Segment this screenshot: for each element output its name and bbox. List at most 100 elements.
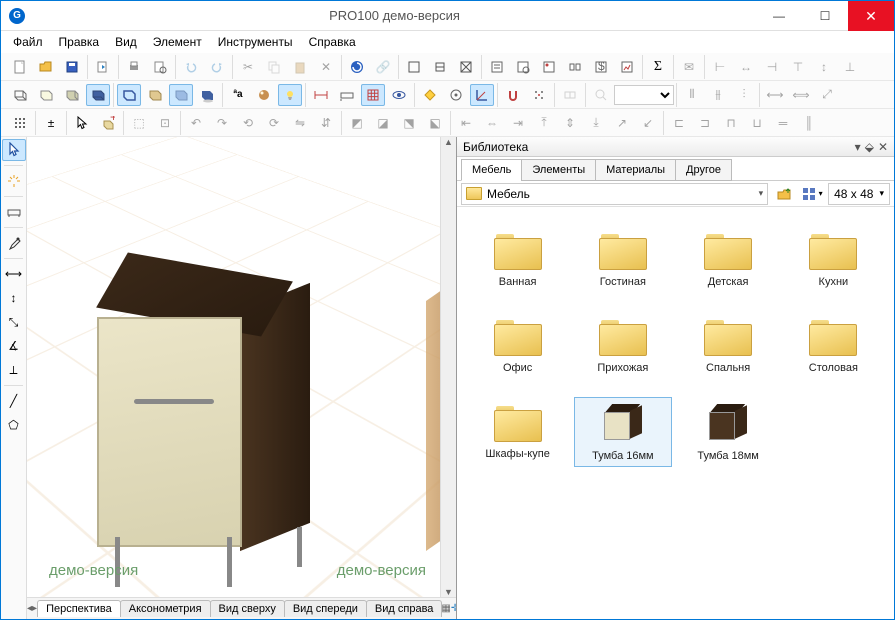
align-2-icon[interactable]: ↔ bbox=[734, 56, 758, 78]
light-icon[interactable] bbox=[278, 84, 302, 106]
minimize-button[interactable]: — bbox=[756, 1, 802, 31]
al-r-icon[interactable]: ⇥ bbox=[506, 112, 530, 134]
sigma-icon[interactable]: Σ bbox=[646, 56, 670, 78]
dim-tool-5-icon[interactable]: ⟂ bbox=[2, 359, 26, 381]
dist-h3-icon[interactable]: ⫶ bbox=[732, 84, 756, 106]
hidden-line-icon[interactable] bbox=[34, 84, 58, 106]
dim-tool-1-icon[interactable]: ⟷ bbox=[2, 263, 26, 285]
dim-tool-4-icon[interactable]: ∡ bbox=[2, 335, 26, 357]
dim-2-icon[interactable]: ⟺ bbox=[789, 84, 813, 106]
maximize-button[interactable]: ☐ bbox=[802, 1, 848, 31]
align-4-icon[interactable]: ⊤ bbox=[786, 56, 810, 78]
plus-minus-icon[interactable]: ± bbox=[39, 112, 63, 134]
menu-view[interactable]: Вид bbox=[107, 33, 145, 51]
al-bk-icon[interactable]: ↙ bbox=[636, 112, 660, 134]
redo-icon[interactable] bbox=[205, 56, 229, 78]
al-l-icon[interactable]: ⇤ bbox=[454, 112, 478, 134]
dist-h1-icon[interactable]: ⫴ bbox=[680, 84, 704, 106]
report-b-icon[interactable] bbox=[511, 56, 535, 78]
tool-a-icon[interactable] bbox=[402, 56, 426, 78]
rotate-r-icon[interactable]: ↷ bbox=[210, 112, 234, 134]
edit-2-icon[interactable]: ◪ bbox=[371, 112, 395, 134]
library-item[interactable]: Шкафы-купе bbox=[469, 397, 566, 467]
furniture-tool-icon[interactable] bbox=[2, 201, 26, 223]
struct-1-icon[interactable]: ⊏ bbox=[667, 112, 691, 134]
dim-tool-2-icon[interactable]: ↕ bbox=[2, 287, 26, 309]
magnet-icon[interactable] bbox=[501, 84, 525, 106]
print-preview-icon[interactable] bbox=[148, 56, 172, 78]
view-tab-perspective[interactable]: Перспектива bbox=[37, 600, 121, 617]
viewport-3d[interactable]: демо-версия демо-версия bbox=[27, 137, 456, 597]
delete-icon[interactable]: ✕ bbox=[314, 56, 338, 78]
copy-icon[interactable] bbox=[262, 56, 286, 78]
refresh-icon[interactable] bbox=[345, 56, 369, 78]
library-item[interactable]: Гостиная bbox=[574, 225, 671, 293]
draw-line-icon[interactable]: ╱ bbox=[2, 390, 26, 412]
rotate-u-icon[interactable]: ⟲ bbox=[236, 112, 260, 134]
close-button[interactable]: ✕ bbox=[848, 1, 894, 31]
cursor-icon[interactable] bbox=[70, 112, 94, 134]
eye-icon[interactable] bbox=[387, 84, 411, 106]
material-ball-icon[interactable] bbox=[252, 84, 276, 106]
group-2-icon[interactable]: ⊡ bbox=[153, 112, 177, 134]
struct-5-icon[interactable]: ═ bbox=[771, 112, 795, 134]
draw-shape-icon[interactable]: ⬠ bbox=[2, 414, 26, 436]
tab-split-icon[interactable]: ▦ bbox=[441, 603, 450, 614]
center-icon[interactable] bbox=[444, 84, 468, 106]
edit-3-icon[interactable]: ⬔ bbox=[397, 112, 421, 134]
export-icon[interactable] bbox=[91, 56, 115, 78]
dim-1-icon[interactable]: ⟷ bbox=[763, 84, 787, 106]
al-c-icon[interactable]: ⇔ bbox=[480, 112, 504, 134]
report-d-icon[interactable] bbox=[563, 56, 587, 78]
align-3-icon[interactable]: ⊣ bbox=[760, 56, 784, 78]
view-tab-axonometry[interactable]: Аксонометрия bbox=[120, 600, 211, 617]
dim-tool-3-icon[interactable]: ⤡ bbox=[2, 311, 26, 333]
align-6-icon[interactable]: ⊥ bbox=[838, 56, 862, 78]
lib-up-icon[interactable] bbox=[772, 183, 796, 205]
dimension-h-icon[interactable] bbox=[309, 84, 333, 106]
dim-3-icon[interactable]: ⤢ bbox=[815, 84, 839, 106]
align-1-icon[interactable]: ⊢ bbox=[708, 56, 732, 78]
link-icon[interactable]: 🔗 bbox=[371, 56, 395, 78]
text-label-icon[interactable]: ªa bbox=[226, 84, 250, 106]
al-m-icon[interactable]: ⇕ bbox=[558, 112, 582, 134]
report-c-icon[interactable] bbox=[537, 56, 561, 78]
library-item[interactable]: Столовая bbox=[785, 311, 882, 379]
al-b-icon[interactable]: ⤓ bbox=[584, 112, 608, 134]
struct-3-icon[interactable]: ⊓ bbox=[719, 112, 743, 134]
add-primitive-icon[interactable]: + bbox=[96, 112, 120, 134]
print-icon[interactable] bbox=[122, 56, 146, 78]
library-item[interactable]: Спальня bbox=[680, 311, 777, 379]
lib-tab-furniture[interactable]: Мебель bbox=[461, 159, 522, 181]
library-item[interactable]: Тумба 18мм bbox=[680, 397, 777, 467]
zoom-select[interactable] bbox=[614, 85, 674, 105]
menu-tools[interactable]: Инструменты bbox=[210, 33, 301, 51]
library-item[interactable]: Кухни bbox=[785, 225, 882, 293]
undo-icon[interactable] bbox=[179, 56, 203, 78]
panel-menu-icon[interactable]: ▾ bbox=[855, 140, 861, 154]
edges-icon[interactable] bbox=[117, 84, 141, 106]
align-5-icon[interactable]: ↕ bbox=[812, 56, 836, 78]
library-item[interactable]: Детская bbox=[680, 225, 777, 293]
wireframe-icon[interactable] bbox=[8, 84, 32, 106]
snap-grid-icon[interactable] bbox=[527, 84, 551, 106]
dist-h2-icon[interactable]: ⫵ bbox=[706, 84, 730, 106]
edit-4-icon[interactable]: ⬕ bbox=[423, 112, 447, 134]
lib-view-mode-icon[interactable]: ▾ bbox=[800, 183, 824, 205]
library-item[interactable]: Тумба 16мм bbox=[574, 397, 671, 467]
library-item[interactable]: Офис bbox=[469, 311, 566, 379]
open-file-icon[interactable] bbox=[34, 56, 58, 78]
select-tool-icon[interactable] bbox=[2, 139, 26, 161]
al-t-icon[interactable]: ⤒ bbox=[532, 112, 556, 134]
light-tool-icon[interactable] bbox=[2, 170, 26, 192]
diamond-icon[interactable] bbox=[418, 84, 442, 106]
save-icon[interactable] bbox=[60, 56, 84, 78]
eyedropper-icon[interactable] bbox=[2, 232, 26, 254]
snap-obj-icon[interactable] bbox=[558, 84, 582, 106]
view-tab-right[interactable]: Вид справа bbox=[366, 600, 443, 617]
shade-icon[interactable] bbox=[86, 84, 110, 106]
menu-help[interactable]: Справка bbox=[301, 33, 364, 51]
dimension-bed-icon[interactable] bbox=[335, 84, 359, 106]
mail-icon[interactable]: ✉ bbox=[677, 56, 701, 78]
lib-tab-elements[interactable]: Элементы bbox=[521, 159, 596, 181]
